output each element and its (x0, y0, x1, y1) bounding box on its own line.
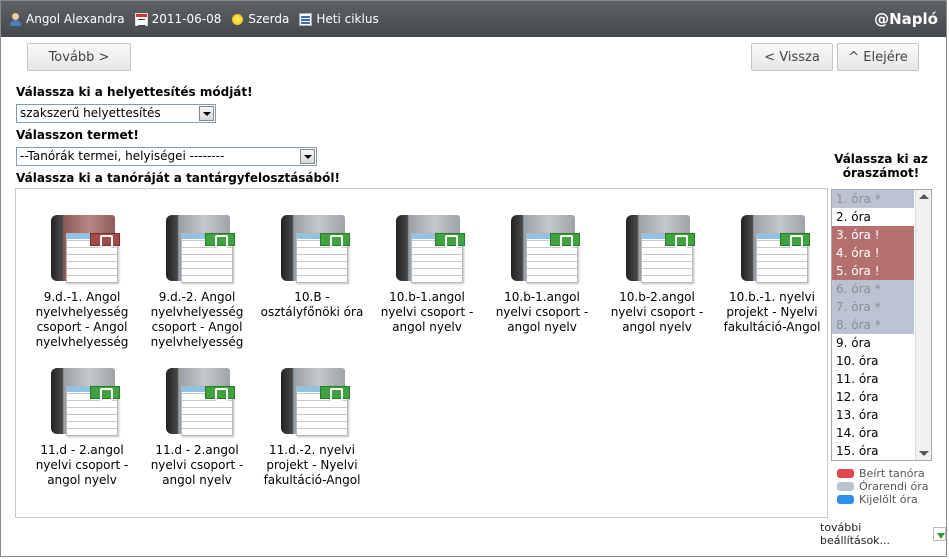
substitution-mode-value: szakszerű helyettesítés (20, 106, 161, 120)
lesson-item[interactable]: 10.b-1.angol nyelvi csoport - angol nyel… (372, 211, 482, 335)
green-book-icon[interactable] (389, 211, 465, 285)
lesson-select-label: Válassza ki a tanóráját a tantárgyfelosz… (16, 171, 340, 185)
red-book-icon[interactable] (44, 211, 120, 285)
hour-option[interactable]: 10. óra (832, 352, 914, 370)
hour-option[interactable]: 2. óra (832, 208, 914, 226)
scroll-down-icon[interactable] (919, 451, 929, 456)
current-date: 2011-06-08 (151, 12, 222, 26)
user-icon (9, 12, 22, 26)
legend-label: Órarendi óra (859, 480, 929, 493)
app-frame: Angol Alexandra 2011-06-08 Szerda Heti c… (0, 0, 947, 557)
lesson-title: 11.d - 2.angol nyelvi csoport - angol ny… (150, 443, 244, 487)
room-select[interactable]: --Tanórák termei, helyiségei -------- (16, 147, 317, 166)
hour-option[interactable]: 12. óra (832, 388, 914, 406)
lesson-item[interactable]: 10.b-1.angol nyelvi csoport - angol nyel… (487, 211, 597, 335)
green-book-icon[interactable] (274, 364, 350, 438)
lesson-item[interactable]: 10.b.-1. nyelvi projekt - Nyelvi fakultá… (717, 211, 827, 335)
lesson-title: 10.b-1.angol nyelvi csoport - angol nyel… (380, 290, 474, 334)
lesson-item[interactable]: 11.d.-2. nyelvi projekt - Nyelvi fakultá… (257, 364, 367, 488)
download-icon[interactable] (932, 527, 946, 541)
hour-option[interactable]: 13. óra (832, 406, 914, 424)
legend-item: Kijelölt óra (837, 493, 928, 506)
hour-option[interactable]: 11. óra (832, 370, 914, 388)
lesson-grid: 9.d.-1. Angol nyelvhelyesség csoport - A… (15, 188, 828, 518)
hour-option[interactable]: 5. óra ! (832, 262, 914, 280)
lesson-item[interactable]: 11.d - 2.angol nyelvi csoport - angol ny… (27, 364, 137, 488)
legend-item: Órarendi óra (837, 480, 928, 493)
sun-icon (231, 13, 244, 26)
hour-option[interactable]: 9. óra (832, 334, 914, 352)
chevron-down-icon[interactable] (199, 106, 214, 121)
room-label: Válasszon termet! (16, 128, 139, 142)
substitution-mode-label: Válassza ki a helyettesítés módját! (16, 85, 253, 99)
legend-item: Beírt tanóra (837, 467, 928, 480)
hours-legend: Beírt tanóra Órarendi óra Kijelölt óra (837, 467, 928, 506)
next-button[interactable]: Tovább > (27, 43, 131, 71)
more-settings-link[interactable]: további beállítások... (820, 521, 946, 547)
green-book-icon[interactable] (159, 211, 235, 285)
back-button[interactable]: < Vissza (751, 43, 833, 71)
hours-scrollbar[interactable] (915, 190, 931, 460)
lesson-title: 10.b-2.angol nyelvi csoport - angol nyel… (610, 290, 704, 334)
green-book-icon[interactable] (734, 211, 810, 285)
hours-listbox[interactable]: 1. óra * 2. óra 3. óra ! 4. óra ! 5. óra… (831, 189, 932, 461)
lesson-item[interactable]: 10.B - osztályfőnöki óra (257, 211, 367, 320)
green-book-icon[interactable] (619, 211, 695, 285)
lesson-title: 9.d.-2. Angol nyelvhelyesség csoport - A… (150, 290, 244, 349)
lesson-title: 9.d.-1. Angol nyelvhelyesség csoport - A… (35, 290, 129, 349)
calendar-icon (134, 12, 148, 26)
lesson-title: 11.d.-2. nyelvi projekt - Nyelvi fakultá… (263, 443, 361, 487)
hours-title: Válassza ki az óraszámot! (834, 152, 928, 180)
user-info: Angol Alexandra (9, 12, 125, 26)
green-book-icon[interactable] (274, 211, 350, 285)
hour-option[interactable]: 7. óra * (832, 298, 914, 316)
legend-swatch (837, 469, 854, 478)
lesson-title: 10.b-1.angol nyelvi csoport - angol nyel… (495, 290, 589, 334)
hour-option[interactable]: 15. óra (832, 442, 914, 460)
lesson-item[interactable]: 11.d - 2.angol nyelvi csoport - angol ny… (142, 364, 252, 488)
chevron-down-icon[interactable] (300, 149, 315, 164)
legend-swatch (837, 482, 854, 491)
lesson-item[interactable]: 9.d.-2. Angol nyelvhelyesség csoport - A… (142, 211, 252, 350)
hour-option[interactable]: 14. óra (832, 424, 914, 442)
hour-option[interactable]: 4. óra ! (832, 244, 914, 262)
green-book-icon[interactable] (159, 364, 235, 438)
green-book-icon[interactable] (44, 364, 120, 438)
week-cycle-icon (299, 12, 313, 26)
cycle-label: Heti ciklus (316, 12, 379, 26)
legend-label: Kijelölt óra (859, 493, 918, 506)
room-value: --Tanórák termei, helyiségei -------- (20, 149, 225, 163)
legend-swatch (837, 495, 854, 504)
lesson-item[interactable]: 9.d.-1. Angol nyelvhelyesség csoport - A… (27, 211, 137, 350)
lesson-title: 10.b.-1. nyelvi projekt - Nyelvi fakultá… (723, 290, 821, 334)
legend-label: Beírt tanóra (859, 467, 925, 480)
more-settings-label[interactable]: további beállítások... (820, 521, 929, 547)
cycle-info[interactable]: Heti ciklus (299, 12, 379, 26)
hour-option[interactable]: 8. óra * (832, 316, 914, 334)
scroll-up-icon[interactable] (919, 194, 929, 199)
hour-option[interactable]: 3. óra ! (832, 226, 914, 244)
app-brand: @Napló (874, 10, 938, 28)
substitution-mode-select[interactable]: szakszerű helyettesítés (16, 104, 216, 123)
to-start-button[interactable]: ^ Elejére (837, 43, 919, 71)
lesson-title: 10.B - osztályfőnöki óra (260, 290, 364, 319)
weekday-info: Szerda (231, 12, 289, 26)
user-name: Angol Alexandra (26, 12, 125, 26)
current-weekday: Szerda (248, 12, 290, 26)
date-info: 2011-06-08 (134, 12, 222, 26)
lesson-title: 11.d - 2.angol nyelvi csoport - angol ny… (35, 443, 129, 487)
lesson-item[interactable]: 10.b-2.angol nyelvi csoport - angol nyel… (602, 211, 712, 335)
top-bar: Angol Alexandra 2011-06-08 Szerda Heti c… (1, 1, 946, 37)
hour-option[interactable]: 6. óra * (832, 280, 914, 298)
hour-option[interactable]: 1. óra * (832, 190, 914, 208)
green-book-icon[interactable] (504, 211, 580, 285)
